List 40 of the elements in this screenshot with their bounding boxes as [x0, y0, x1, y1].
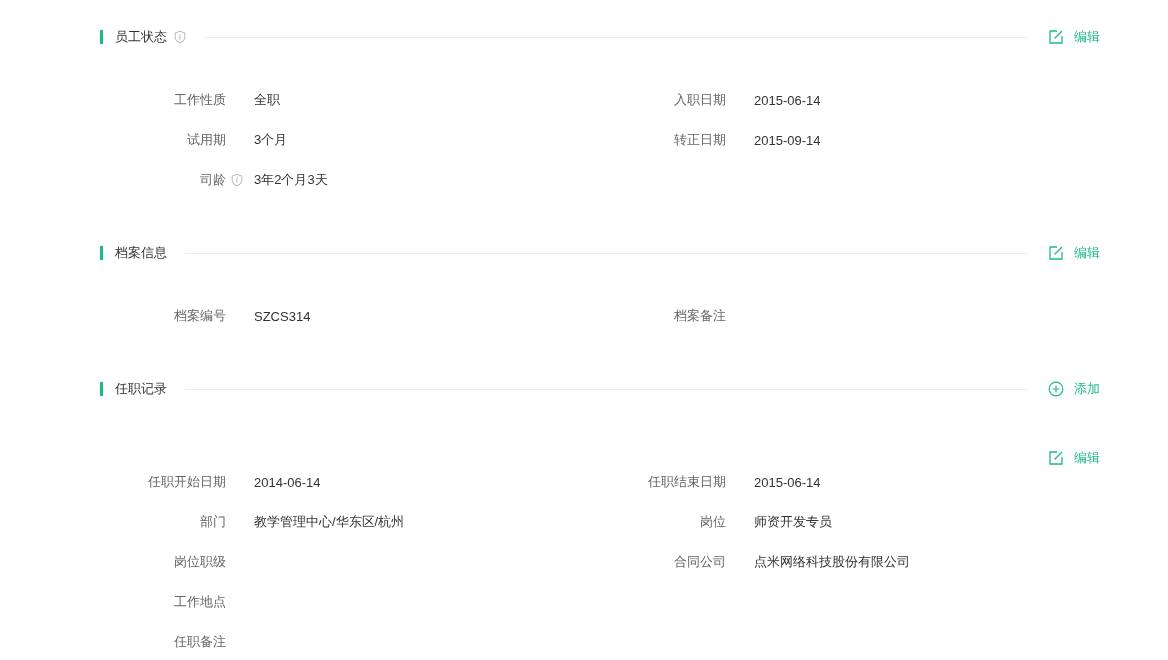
field-label: 岗位	[700, 513, 726, 531]
field-value: SZCS314	[254, 308, 311, 324]
section-title: 档案信息	[115, 244, 167, 262]
field-value: 教学管理中心/华东区/杭州	[254, 513, 405, 531]
add-link[interactable]: 添加	[1048, 380, 1100, 398]
field-label: 转正日期	[674, 131, 726, 149]
field-label: 档案编号	[174, 307, 226, 325]
field-label: 任职备注	[174, 633, 226, 651]
field-label: 工作地点	[174, 593, 226, 611]
edit-link[interactable]: 编辑	[1048, 448, 1100, 468]
edit-icon	[1048, 450, 1064, 466]
section-marker	[100, 30, 103, 44]
field-label: 入职日期	[674, 91, 726, 109]
field-value: 3个月	[254, 131, 288, 149]
field-label: 任职结束日期	[648, 473, 726, 491]
field-value: 2015-09-14	[754, 132, 821, 148]
field-label: 试用期	[187, 131, 226, 149]
field-value: 全职	[254, 91, 280, 109]
field-value: 2015-06-14	[754, 92, 821, 108]
field-label: 工作性质	[174, 91, 226, 109]
section-title: 任职记录	[115, 380, 167, 398]
field-value: 2014-06-14	[254, 474, 321, 490]
field-label: 司龄	[200, 171, 226, 189]
add-icon	[1048, 381, 1064, 397]
field-value: 点米网络科技股份有限公司	[754, 553, 910, 571]
field-value: 3年2个月3天	[254, 171, 328, 189]
field-value: 2015-06-14	[754, 474, 821, 490]
section-title: 员工状态	[115, 28, 167, 46]
edit-link[interactable]: 编辑	[1048, 244, 1100, 262]
field-label: 合同公司	[674, 553, 726, 571]
section-marker	[100, 246, 103, 260]
edit-icon	[1048, 29, 1064, 45]
field-label: 任职开始日期	[148, 473, 226, 491]
section-marker	[100, 382, 103, 396]
field-label: 档案备注	[674, 307, 726, 325]
edit-icon	[1048, 245, 1064, 261]
edit-link[interactable]: 编辑	[1048, 28, 1100, 46]
field-label: 岗位职级	[174, 553, 226, 571]
field-label: 部门	[200, 513, 226, 531]
field-value: 师资开发专员	[754, 513, 832, 531]
